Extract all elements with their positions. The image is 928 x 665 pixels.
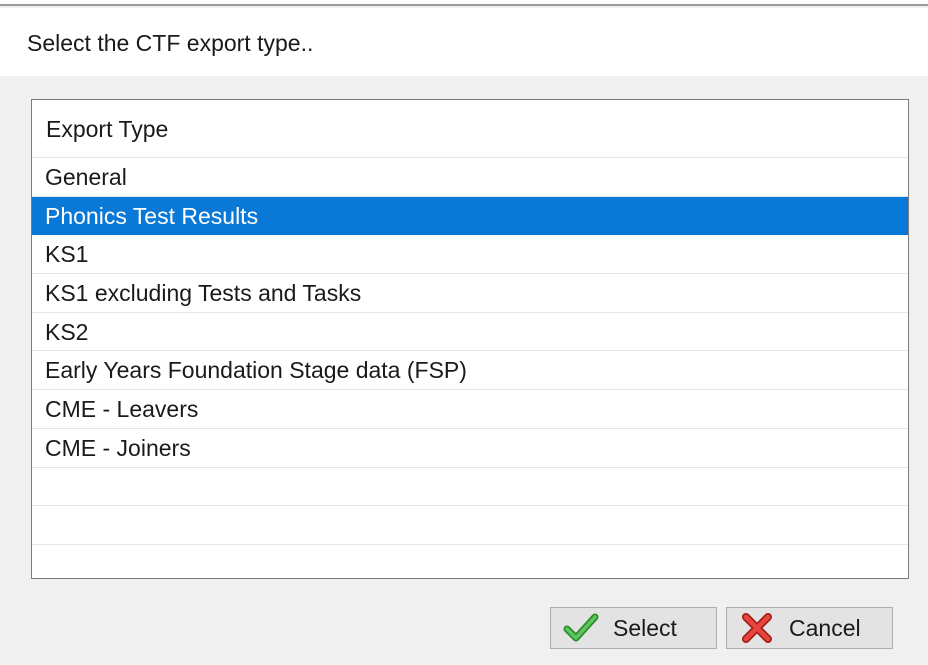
red-x-icon: [739, 610, 775, 646]
list-item-eyfs-data[interactable]: Early Years Foundation Stage data (FSP): [32, 351, 908, 391]
list-item-ks1-excluding-tests[interactable]: KS1 excluding Tests and Tasks: [32, 274, 908, 313]
list-item-phonics-test-results[interactable]: Phonics Test Results: [32, 196, 908, 236]
list-item-cme-joiners[interactable]: CME - Joiners: [32, 429, 908, 468]
list-item-general[interactable]: General: [32, 158, 908, 197]
list-empty-row: [32, 468, 908, 507]
list-empty-row: [32, 545, 908, 578]
select-button-label: Select: [613, 614, 677, 641]
checkmark-icon: [563, 610, 599, 646]
export-type-list[interactable]: Export Type General Phonics Test Results…: [31, 99, 909, 579]
select-button[interactable]: Select: [550, 607, 717, 649]
list-column-header[interactable]: Export Type: [32, 100, 908, 158]
list-empty-row: [32, 506, 908, 545]
dialog-prompt: Select the CTF export type..: [27, 30, 314, 56]
window-top-border: [0, 0, 928, 6]
list-item-ks2[interactable]: KS2: [32, 313, 908, 352]
cancel-button[interactable]: Cancel: [726, 607, 893, 649]
list-item-ks1[interactable]: KS1: [32, 235, 908, 275]
list-item-cme-leavers[interactable]: CME - Leavers: [32, 390, 908, 429]
cancel-button-label: Cancel: [789, 614, 861, 641]
